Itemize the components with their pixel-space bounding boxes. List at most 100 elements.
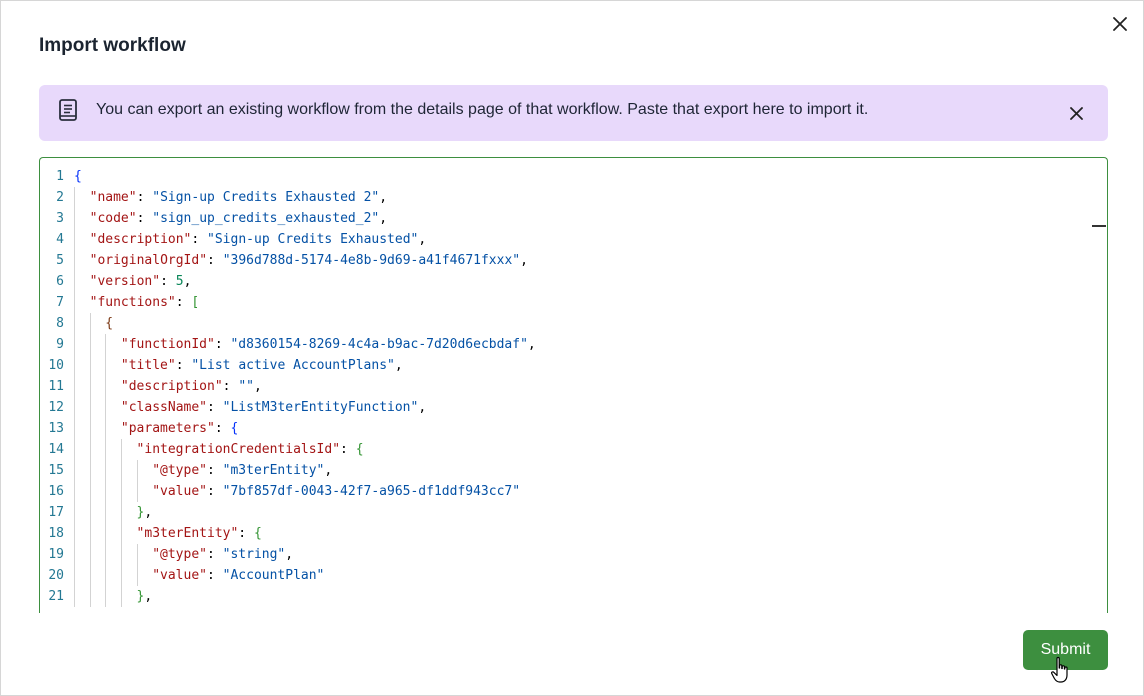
line-code: "description": "Sign-up Credits Exhauste…	[90, 229, 427, 250]
indent-guide	[105, 376, 107, 397]
code-token: "sign_up_credits_exhausted_2"	[152, 211, 380, 226]
code-line: 7 "functions": [	[40, 292, 1107, 313]
line-code: "className": "ListM3terEntityFunction",	[121, 397, 426, 418]
code-token: "Sign-up Credits Exhausted"	[207, 232, 419, 247]
indent-guide	[74, 250, 75, 271]
code-token: "code"	[89, 211, 137, 226]
code-token: "m3terEntity"	[222, 463, 325, 478]
code-token: "functionId"	[120, 337, 215, 352]
code-token: :	[207, 400, 223, 415]
code-token: "7bf857df-0043-42f7-a965-df1ddf943cc7"	[222, 484, 521, 499]
code-token: 5	[175, 274, 184, 289]
line-code: "description": "",	[121, 376, 262, 397]
code-token: :	[222, 379, 239, 394]
line-code: "code": "sign_up_credits_exhausted_2",	[90, 208, 387, 229]
code-token: "functions"	[89, 295, 176, 310]
line-code: "parameters": {	[121, 418, 238, 439]
indent-guide	[120, 481, 122, 502]
line-number: 15	[48, 463, 64, 478]
line-code: "functionId": "d8360154-8269-4c4a-b9ac-7…	[121, 334, 536, 355]
indent-guide	[89, 397, 91, 418]
code-line: 8{	[40, 313, 1107, 334]
code-token: :	[175, 358, 192, 373]
code-line: 11 "description": "",	[40, 376, 1107, 397]
line-number: 20	[48, 568, 64, 583]
code-line: 9 "functionId": "d8360154-8269-4c4a-b9ac-…	[40, 334, 1107, 355]
code-line: 13 "parameters": {	[40, 418, 1107, 439]
code-token: "396d788d-5174-4e8b-9d69-a41f4671fxxx"	[222, 253, 521, 268]
indent-guide	[74, 355, 75, 376]
indent-guide	[89, 502, 91, 523]
line-number: 1	[56, 169, 64, 184]
hand-pointer-icon	[1051, 656, 1068, 683]
code-token: :	[136, 190, 153, 205]
code-lines: 1{2 "name": "Sign-up Credits Exhausted 2"…	[40, 166, 1107, 607]
code-token: "className"	[120, 400, 207, 415]
code-token: "originalOrgId"	[89, 253, 208, 268]
line-code: },	[137, 502, 153, 523]
line-number: 10	[48, 358, 64, 373]
code-token: :	[206, 568, 223, 583]
indent-guide	[105, 355, 107, 376]
code-line: 4 "description": "Sign-up Credits Exhaust…	[40, 229, 1107, 250]
scrollbar-marker	[1092, 225, 1106, 227]
code-token: :	[206, 484, 223, 499]
code-token: ,	[394, 358, 403, 373]
code-token: "ListM3terEntityFunction"	[222, 400, 419, 415]
code-token: "title"	[120, 358, 176, 373]
line-code: "@type": "string",	[152, 544, 293, 565]
code-token: "AccountPlan"	[222, 568, 325, 583]
code-line: 19 "@type": "string",	[40, 544, 1107, 565]
line-number: 17	[48, 505, 64, 520]
line-code: {	[74, 166, 82, 187]
line-code: {	[105, 313, 113, 334]
indent-guide	[74, 565, 75, 586]
indent-guide	[136, 544, 138, 565]
line-code: "name": "Sign-up Credits Exhausted 2",	[90, 187, 387, 208]
indent-guide	[105, 460, 107, 481]
code-token: :	[136, 211, 153, 226]
line-number: 7	[56, 295, 64, 310]
info-banner-close-button[interactable]	[1065, 102, 1087, 124]
close-icon	[1113, 17, 1127, 31]
indent-guide	[105, 523, 107, 544]
indent-guide	[74, 271, 75, 292]
indent-guide	[105, 334, 107, 355]
indent-guide	[89, 334, 91, 355]
line-number: 3	[56, 211, 64, 226]
indent-guide	[89, 586, 91, 607]
code-token: :	[207, 253, 223, 268]
indent-guide	[105, 502, 107, 523]
json-code-editor[interactable]: 1{2 "name": "Sign-up Credits Exhausted 2"…	[39, 157, 1108, 613]
code-token: ""	[238, 379, 254, 394]
line-number: 14	[48, 442, 64, 457]
indent-guide	[120, 439, 122, 460]
code-line: 1{	[40, 166, 1107, 187]
code-token: ,	[418, 400, 427, 415]
code-token: :	[206, 463, 223, 478]
indent-guide	[120, 586, 122, 607]
code-token: ,	[379, 190, 388, 205]
indent-guide	[120, 523, 122, 544]
indent-guide	[89, 481, 91, 502]
indent-guide	[74, 481, 75, 502]
dialog-close-button[interactable]	[1109, 13, 1131, 35]
code-token: "description"	[120, 379, 223, 394]
code-line: 16 "value": "7bf857df-0043-42f7-a965-df1d…	[40, 481, 1107, 502]
code-line: 5 "originalOrgId": "396d788d-5174-4e8b-9d…	[40, 250, 1107, 271]
line-number: 8	[56, 316, 64, 331]
line-code: "m3terEntity": {	[137, 523, 262, 544]
indent-guide	[74, 439, 75, 460]
info-banner-text: You can export an existing workflow from…	[96, 101, 869, 118]
code-token: ,	[144, 505, 153, 520]
indent-guide	[89, 523, 91, 544]
code-token: [	[191, 295, 200, 310]
code-line: 15 "@type": "m3terEntity",	[40, 460, 1107, 481]
code-token: ,	[253, 379, 262, 394]
indent-guide	[89, 544, 91, 565]
code-token: {	[105, 316, 114, 331]
line-number: 11	[48, 379, 64, 394]
code-token: {	[253, 526, 262, 541]
indent-guide	[74, 208, 75, 229]
indent-guide	[74, 418, 75, 439]
